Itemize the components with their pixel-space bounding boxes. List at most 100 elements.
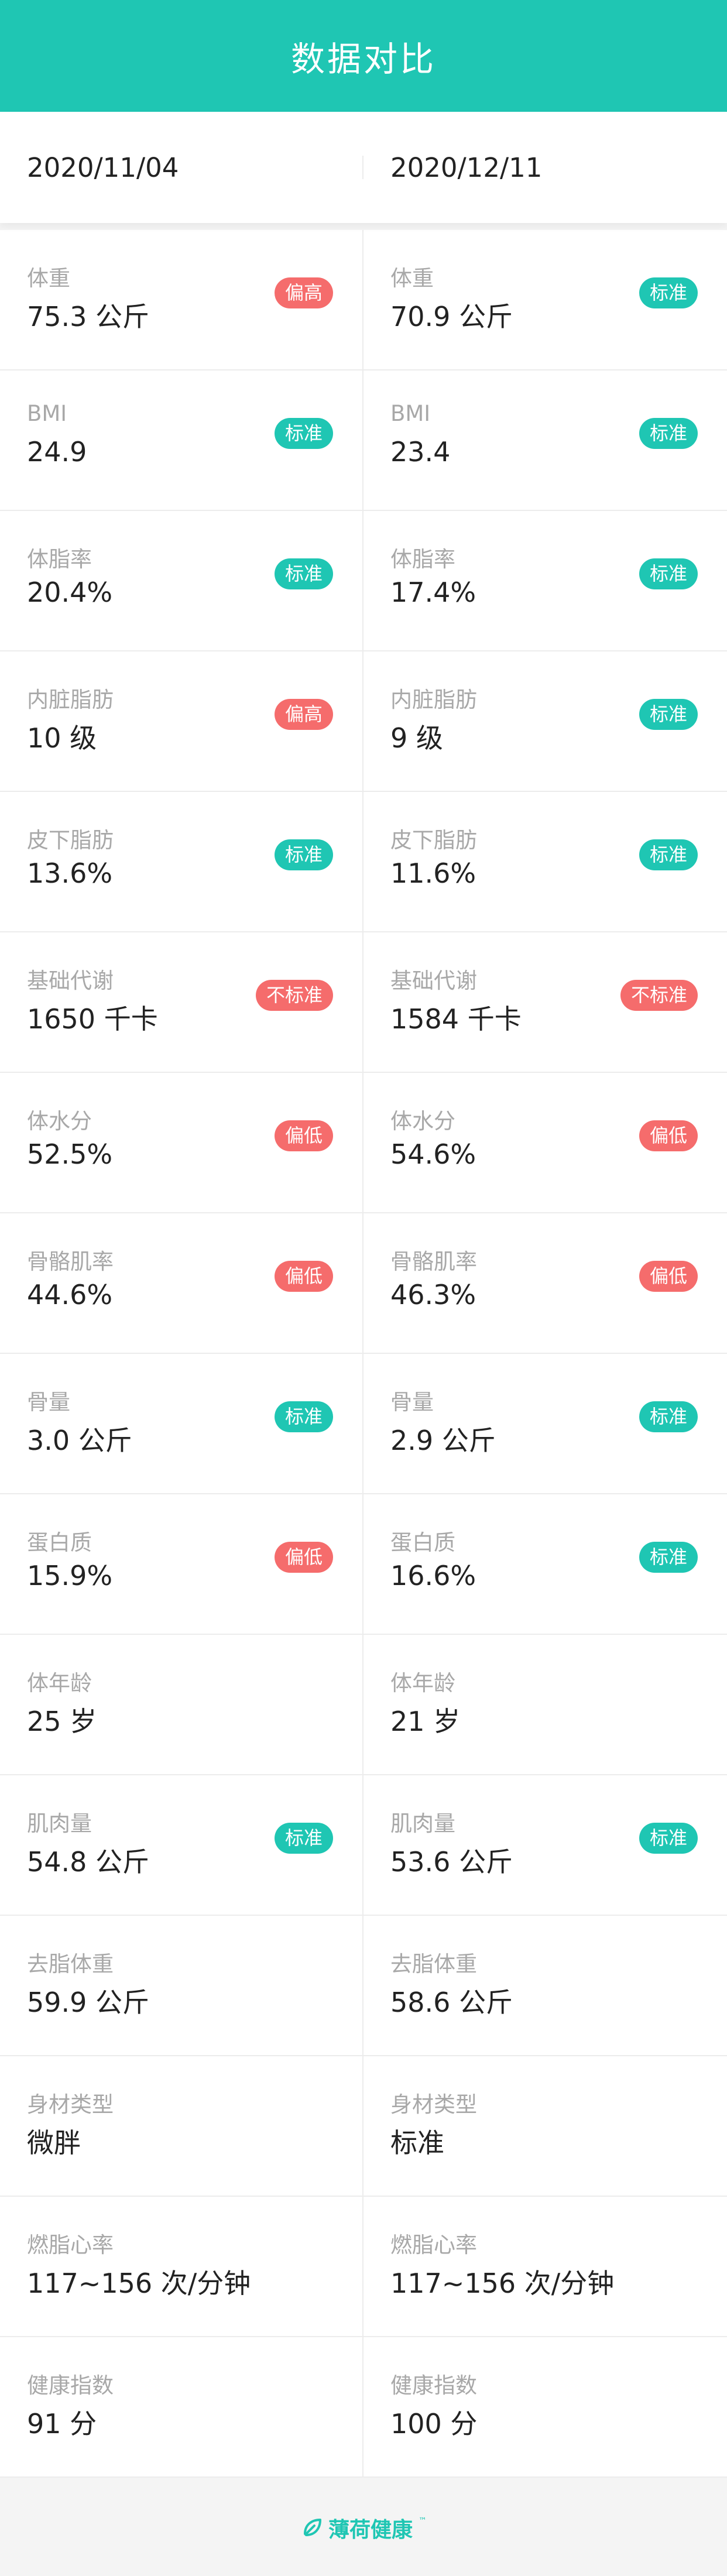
metric-value: 25 岁 [27,1706,97,1737]
metric-label: 体水分 [390,1109,455,1134]
status-badge: 标准 [274,558,333,589]
metric-value: 13.6% [27,857,113,889]
metric-label: 身材类型 [390,2092,477,2117]
metric-cell-right: 体重 70.9 公斤 标准 [364,230,727,369]
metric-value: 3.0 公斤 [27,1425,132,1456]
comparison-row: 肌肉量 54.8 公斤 标准 肌肉量 53.6 公斤 标准 [0,1775,727,1916]
metric-value: 100 分 [390,2408,478,2440]
metric-label: 骨量 [390,1390,434,1415]
metric-label: 基础代谢 [27,968,114,993]
metric-label: 体脂率 [390,547,455,572]
metric-label: 去脂体重 [390,1951,477,1977]
metric-cell-right: BMI 23.4 标准 [364,371,727,510]
metric-cell-right: 基础代谢 1584 千卡 不标准 [364,932,727,1072]
metric-value: 15.9% [27,1560,113,1591]
metric-cell-right: 内脏脂肪 9 级 标准 [364,651,727,791]
metric-value: 53.6 公斤 [390,1846,513,1878]
comparison-row: 身材类型微胖 身材类型 标准 [0,2056,727,2197]
status-badge: 标准 [639,1823,698,1854]
status-badge: 标准 [639,1542,698,1573]
metric-cell-left: 体水分 52.5% 偏低 [0,1073,364,1212]
date-right: 2020/12/11 [390,152,543,183]
metric-label: 内脏脂肪 [27,687,114,712]
metric-label: 骨骼肌率 [27,1249,114,1274]
metric-label: 体水分 [27,1109,92,1134]
status-badge: 偏低 [274,1261,333,1292]
metric-cell-left: 基础代谢 1650 千卡 不标准 [0,932,364,1072]
metric-label: BMI [27,401,67,426]
metric-label: 骨量 [27,1390,70,1415]
metric-cell-left: BMI 24.9 标准 [0,371,364,510]
status-badge: 偏高 [274,699,333,730]
metric-value: 75.3 公斤 [27,301,150,332]
status-badge: 标准 [274,1401,333,1432]
metric-cell-left: 皮下脂肪 13.6% 标准 [0,792,364,931]
comparison-row: 骨骼肌率 44.6% 偏低 骨骼肌率 46.3% 偏低 [0,1213,727,1354]
metric-label: 基础代谢 [390,968,477,993]
comparison-row: 燃脂心率 117~156 次/分钟 燃脂心率 117~156 次/分钟 [0,2197,727,2337]
comparison-row: 体水分 52.5% 偏低 体水分 54.6% 偏低 [0,1073,727,1213]
metric-label: 体脂率 [27,547,92,572]
metric-label: 蛋白质 [390,1530,455,1555]
comparison-row: 内脏脂肪 10 级 偏高 内脏脂肪 9 级 标准 [0,651,727,792]
metric-label: 去脂体重 [27,1951,114,1977]
status-badge: 标准 [639,699,698,730]
status-badge: 标准 [639,558,698,589]
metric-cell-right: 肌肉量 53.6 公斤 标准 [364,1775,727,1915]
metric-value: 1584 千卡 [390,1003,522,1035]
metric-cell-left: 健康指数 91 分 [0,2337,364,2476]
metric-cell-right: 骨骼肌率 46.3% 偏低 [364,1213,727,1353]
metric-value: 46.3% [390,1279,476,1311]
status-badge: 标准 [274,418,333,449]
date-left: 2020/11/04 [0,152,364,183]
mint-leaf-icon [303,2518,321,2536]
metric-cell-right: 体脂率 17.4% 标准 [364,511,727,650]
status-badge: 偏低 [274,1542,333,1573]
status-badge: 偏高 [274,277,333,308]
metric-value: 91 分 [27,2408,97,2440]
status-badge: 不标准 [620,980,698,1011]
metric-cell-right: 体水分 54.6% 偏低 [364,1073,727,1212]
metric-label: 肌肉量 [390,1811,455,1836]
status-badge: 偏低 [274,1120,333,1151]
metric-cell-left: 内脏脂肪 10 级 偏高 [0,651,364,791]
metric-value: 微胖 [27,2127,81,2159]
metric-cell-right: 健康指数 100 分 [364,2337,727,2476]
status-badge: 标准 [274,839,333,870]
metric-value: 9 级 [390,722,443,754]
metric-value: 23.4 [390,436,451,468]
metric-label: 健康指数 [390,2373,477,2398]
metric-value: 2.9 公斤 [390,1425,496,1456]
metric-label: 体年龄 [27,1671,92,1696]
metric-cell-left: 去脂体重 59.9 公斤 [0,1916,364,2055]
status-badge: 标准 [639,839,698,870]
date-header: 2020/11/04 2020/12/11 [0,112,727,223]
metric-value: 24.9 [27,436,87,468]
comparison-row: 去脂体重 59.9 公斤 去脂体重 58.6 公斤 [0,1916,727,2056]
comparison-row: BMI 24.9 标准 BMI 23.4 标准 [0,371,727,511]
metric-cell-right: 体年龄 21 岁 [364,1635,727,1774]
metric-cell-right: 皮下脂肪 11.6% 标准 [364,792,727,931]
comparison-row: 皮下脂肪 13.6% 标准 皮下脂肪 11.6% 标准 [0,792,727,932]
metric-cell-left: 体脂率 20.4% 标准 [0,511,364,650]
metric-cell-left: 肌肉量 54.8 公斤 标准 [0,1775,364,1915]
metric-cell-left: 骨骼肌率 44.6% 偏低 [0,1213,364,1353]
metric-cell-right: 身材类型 标准 [364,2056,727,2196]
metric-value: 21 岁 [390,1706,461,1737]
metric-cell-left: 体重 75.3 公斤 偏高 [0,230,364,369]
metric-label: 皮下脂肪 [390,828,477,853]
metric-label: 燃脂心率 [27,2232,114,2258]
status-badge: 偏低 [639,1120,698,1151]
metric-value: 58.6 公斤 [390,1987,513,2018]
metric-cell-right: 骨量 2.9 公斤 标准 [364,1354,727,1493]
metric-value: 54.8 公斤 [27,1846,150,1878]
comparison-row: 体重 75.3 公斤 偏高 体重 70.9 公斤 标准 [0,230,727,371]
status-badge: 标准 [639,1401,698,1432]
app-header: 数据对比 [0,0,727,112]
status-badge: 标准 [274,1823,333,1854]
status-badge: 偏低 [639,1261,698,1292]
status-badge: 标准 [639,418,698,449]
brand-name: 薄荷健康 [328,2517,413,2542]
metric-label: 体年龄 [390,1671,455,1696]
comparison-row: 健康指数 91 分 健康指数 100 分 [0,2337,727,2478]
